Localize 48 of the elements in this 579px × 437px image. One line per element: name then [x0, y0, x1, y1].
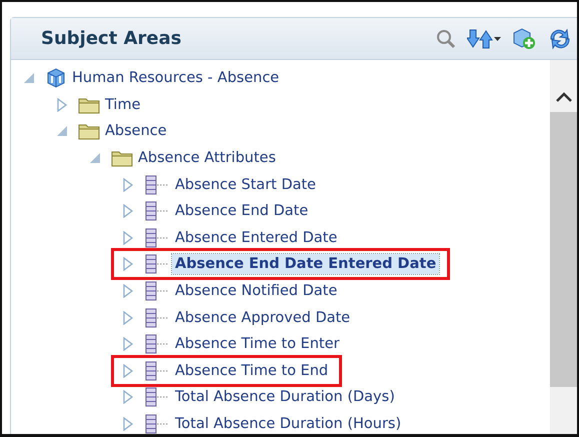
tree-item[interactable]: Absence Approved Date	[172, 308, 354, 328]
cube-icon	[45, 67, 67, 90]
folder-icon	[78, 96, 100, 114]
tree-item[interactable]: Total Absence Duration (Hours)	[172, 414, 404, 434]
panel-title: Subject Areas	[41, 28, 182, 49]
add-cube-icon[interactable]	[511, 26, 537, 50]
scrollbar[interactable]	[550, 60, 577, 434]
collapsed-triangle-icon[interactable]	[122, 417, 134, 432]
column-icon	[144, 228, 170, 248]
search-icon[interactable]	[435, 28, 457, 50]
collapsed-triangle-icon[interactable]	[56, 98, 68, 112]
collapsed-triangle-icon[interactable]	[122, 204, 134, 218]
collapsed-triangle-icon[interactable]	[122, 337, 134, 352]
column-icon	[144, 174, 170, 195]
collapsed-triangle-icon[interactable]	[122, 310, 134, 325]
scroll-up-icon[interactable]	[554, 90, 574, 104]
column-icon	[144, 308, 170, 328]
folder-icon	[78, 122, 100, 140]
tree-item[interactable]: Absence Time to Enter	[172, 334, 342, 354]
tree-item[interactable]: Absence Notified Date	[172, 281, 340, 302]
tree-item[interactable]: Time	[102, 94, 144, 115]
column-icon	[144, 360, 170, 381]
collapsed-triangle-icon[interactable]	[122, 364, 134, 378]
column-icon	[144, 387, 170, 408]
collapsed-triangle-icon[interactable]	[122, 178, 134, 192]
tree-item[interactable]: Absence Entered Date	[172, 228, 340, 248]
collapsed-triangle-icon[interactable]	[122, 230, 134, 245]
expanded-triangle-icon[interactable]	[89, 151, 101, 166]
tree-item[interactable]: Absence End Date Entered Date	[172, 254, 440, 274]
column-icon	[144, 201, 170, 222]
collapsed-triangle-icon[interactable]	[122, 390, 134, 404]
folder-icon	[111, 149, 133, 168]
tree-item[interactable]: Absence Start Date	[172, 174, 319, 195]
tree-item[interactable]: Human Resources - Absence	[69, 68, 282, 88]
tree-item[interactable]: Absence End Date	[172, 201, 312, 222]
tree-item[interactable]: Absence Attributes	[135, 148, 279, 168]
collapsed-triangle-icon[interactable]	[122, 257, 134, 272]
sort-icon[interactable]	[467, 28, 501, 50]
column-icon	[144, 414, 170, 434]
column-icon	[144, 254, 170, 274]
expanded-triangle-icon[interactable]	[56, 124, 68, 138]
collapsed-triangle-icon[interactable]	[122, 284, 134, 298]
tree-item[interactable]: Total Absence Duration (Days)	[172, 387, 398, 408]
column-icon	[144, 281, 170, 302]
tree-item[interactable]: Absence	[102, 121, 170, 142]
column-icon	[144, 334, 170, 354]
tree-item[interactable]: Absence Time to End	[172, 360, 332, 381]
expanded-triangle-icon[interactable]	[23, 71, 35, 86]
